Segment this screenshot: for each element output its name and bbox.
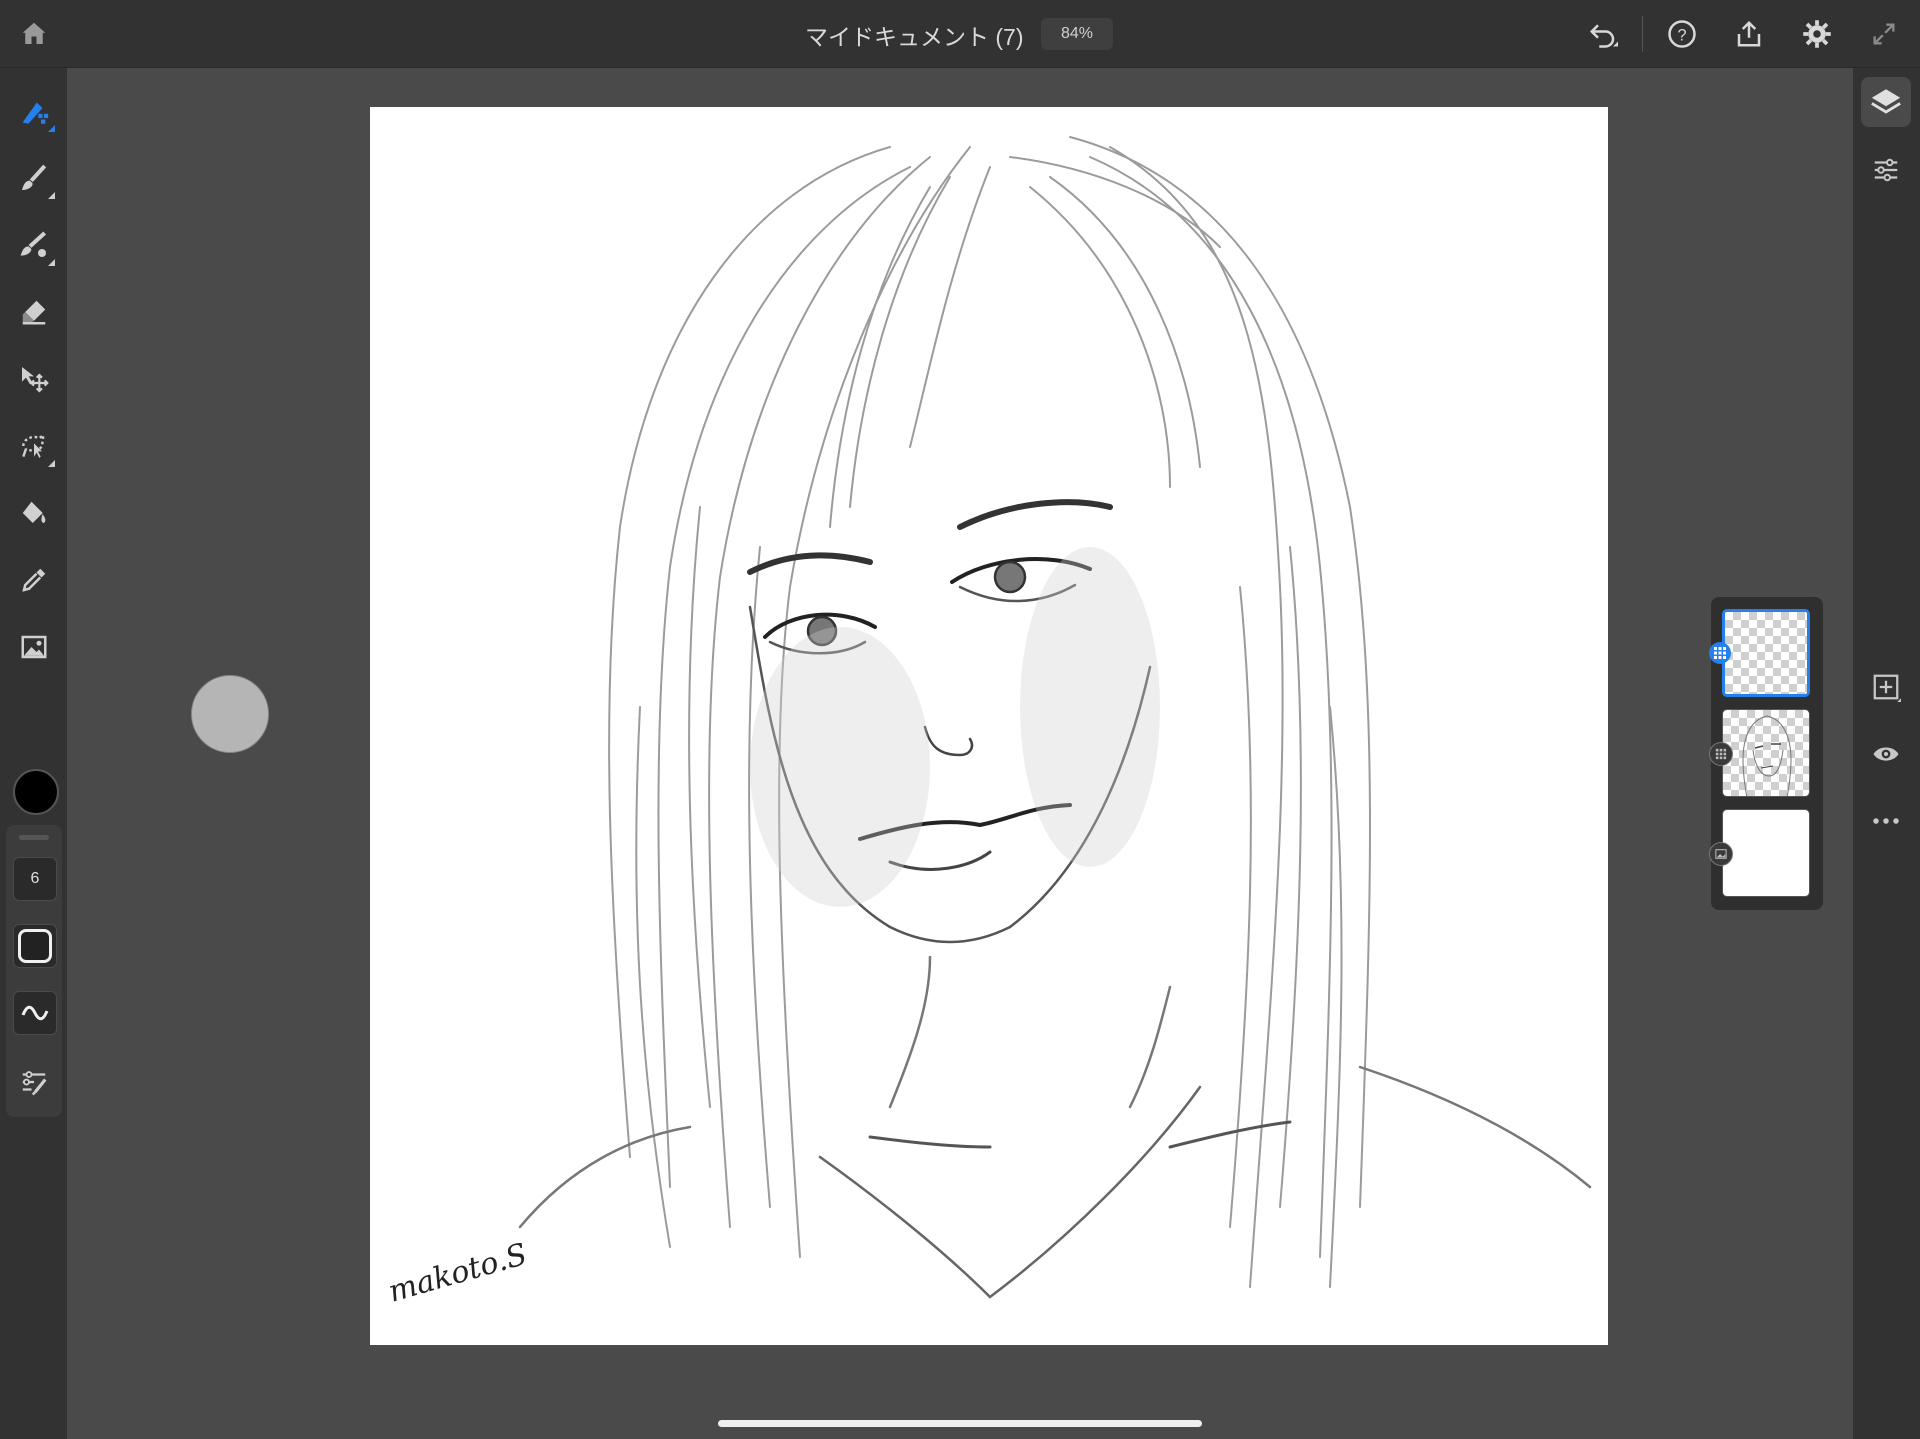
zoom-level[interactable]: 84% <box>1041 18 1113 50</box>
brush-properties-panel: 6 <box>6 825 62 1117</box>
layers-panel <box>1709 597 1823 910</box>
more-icon[interactable] <box>1861 796 1911 846</box>
pixel-layer-icon <box>1709 742 1733 766</box>
svg-text:?: ? <box>1677 26 1686 44</box>
undo-icon[interactable] <box>1583 14 1623 54</box>
opacity-icon[interactable] <box>13 924 57 968</box>
pixel-brush-icon[interactable] <box>11 88 57 134</box>
sketch-thumbnail-preview <box>1742 715 1792 796</box>
lasso-icon[interactable] <box>11 423 57 469</box>
brush-size-control[interactable]: 6 <box>13 857 57 901</box>
add-layer-icon[interactable] <box>1861 662 1911 712</box>
transform-icon[interactable] <box>11 356 57 402</box>
sliders-icon[interactable] <box>1861 145 1911 195</box>
vector-brush-icon[interactable] <box>11 222 57 268</box>
eye-icon[interactable] <box>1861 729 1911 779</box>
drawing-canvas[interactable]: makoto.S <box>370 107 1608 1345</box>
left-toolbar: 6 <box>0 68 67 1439</box>
eyedropper-icon[interactable] <box>11 557 57 603</box>
live-brush-icon[interactable] <box>11 155 57 201</box>
layer-thumbnail-background[interactable] <box>1722 809 1810 897</box>
help-icon[interactable]: ? <box>1662 14 1702 54</box>
document-title[interactable]: マイドキュメント (7) <box>805 18 1024 52</box>
home-indicator[interactable] <box>718 1420 1202 1427</box>
panel-grip[interactable] <box>19 835 49 840</box>
artist-signature: makoto.S <box>385 1237 531 1310</box>
home-icon[interactable] <box>14 14 54 54</box>
pixel-layer-icon <box>1709 642 1731 664</box>
brush-settings-icon[interactable] <box>13 1061 55 1103</box>
layer-thumbnail-empty[interactable] <box>1722 609 1810 697</box>
top-bar: マイドキュメント (7) 84% ? <box>0 0 1920 68</box>
layer-thumbnail-sketch[interactable] <box>1722 709 1810 797</box>
fill-bucket-icon[interactable] <box>11 490 57 536</box>
layers-icon[interactable] <box>1861 77 1911 127</box>
gear-icon[interactable] <box>1797 14 1837 54</box>
brush-preview-circle <box>191 675 269 753</box>
expand-icon[interactable] <box>1864 14 1904 54</box>
image-icon[interactable] <box>11 624 57 670</box>
share-icon[interactable] <box>1729 14 1769 54</box>
eraser-icon[interactable] <box>11 289 57 335</box>
image-layer-icon <box>1709 842 1733 866</box>
color-swatch[interactable] <box>13 769 59 815</box>
sketch-artwork: makoto.S <box>385 136 1592 1310</box>
flow-icon[interactable] <box>13 991 57 1035</box>
toolbar-divider <box>1642 16 1643 52</box>
